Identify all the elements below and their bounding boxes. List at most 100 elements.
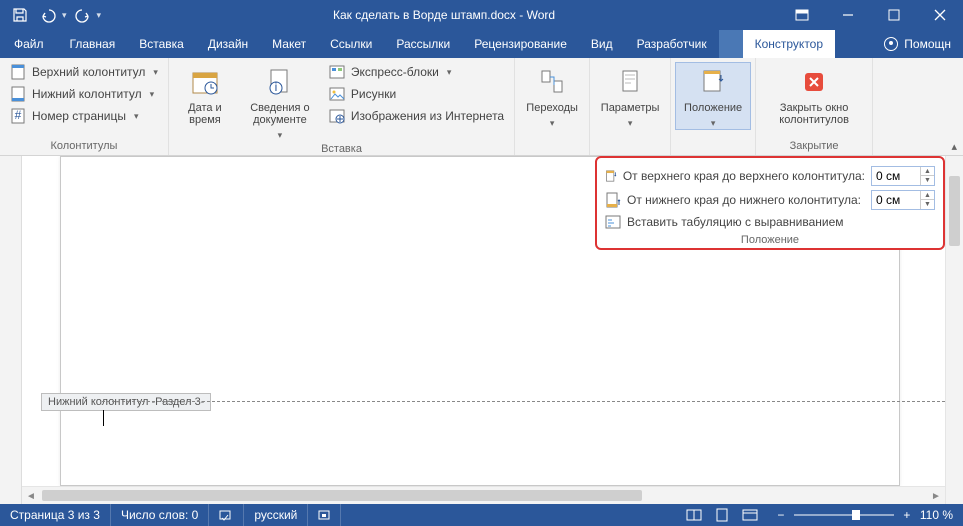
online-pictures-button[interactable]: Изображения из Интернета	[327, 106, 506, 126]
insert-tab-label[interactable]: Вставить табуляцию с выравниванием	[627, 215, 935, 229]
footer-section-tag: Нижний колонтитул -Раздел 3-	[41, 393, 211, 411]
position-button[interactable]: Положение ▾	[675, 62, 751, 130]
footer-boundary	[102, 401, 945, 402]
tab-view[interactable]: Вид	[579, 30, 625, 58]
tab-review[interactable]: Рецензирование	[462, 30, 579, 58]
status-spellcheck[interactable]	[209, 504, 244, 526]
status-language[interactable]: русский	[244, 504, 308, 526]
from-top-spinner[interactable]: ▲▼	[871, 166, 935, 186]
header-icon	[10, 64, 26, 80]
group-navigation: Переходы ▾	[515, 58, 590, 155]
header-margin-icon	[605, 168, 617, 184]
ribbon-display-options[interactable]	[779, 0, 825, 30]
zoom-out[interactable]: −	[774, 508, 788, 522]
save-button[interactable]	[8, 3, 32, 27]
status-words[interactable]: Число слов: 0	[111, 504, 209, 526]
close-hf-button[interactable]: Закрыть окно колонтитулов	[764, 62, 864, 126]
vertical-ruler[interactable]	[0, 156, 22, 504]
online-pictures-label: Изображения из Интернета	[351, 109, 504, 123]
position-label: Положение	[684, 102, 742, 114]
parameters-icon	[614, 66, 646, 98]
group-options: Параметры ▾	[590, 58, 671, 155]
tab-constructor[interactable]: Конструктор	[743, 30, 835, 58]
pictures-button[interactable]: Рисунки	[327, 84, 506, 104]
tab-file[interactable]: Файл	[0, 30, 58, 58]
date-time-button[interactable]: Дата и время	[177, 62, 233, 126]
scroll-right[interactable]: ►	[927, 487, 945, 504]
page-number-label: Номер страницы	[32, 109, 126, 123]
doc-info-button[interactable]: i Сведения о документе ▾	[241, 62, 319, 141]
footer-button[interactable]: Нижний колонтитул▾	[8, 84, 160, 104]
spin-up[interactable]: ▲	[920, 167, 934, 176]
minimize-button[interactable]	[825, 0, 871, 30]
group-header-footer: Верхний колонтитул▾ Нижний колонтитул▾ #…	[0, 58, 169, 155]
page-number-icon: #	[10, 108, 26, 124]
tell-me-label: Помощн	[904, 37, 951, 51]
navigation-button[interactable]: Переходы ▾	[519, 62, 585, 129]
pictures-icon	[329, 86, 345, 102]
position-icon	[697, 66, 729, 98]
qat-customize[interactable]: ▾	[97, 10, 102, 21]
from-top-input[interactable]	[872, 169, 920, 183]
quick-access-toolbar: ▾ ▾	[0, 3, 109, 27]
zoom-knob[interactable]	[852, 510, 860, 520]
undo-dropdown[interactable]: ▾	[62, 10, 67, 21]
footer-margin-icon	[605, 192, 621, 208]
group-position: Положение ▾	[671, 58, 756, 155]
spin-up[interactable]: ▲	[920, 191, 934, 200]
zoom-in[interactable]: +	[900, 508, 914, 522]
tab-developer[interactable]: Разработчик	[625, 30, 719, 58]
from-top-label: От верхнего края до верхнего колонтитула…	[623, 169, 865, 183]
view-print-layout[interactable]	[708, 504, 736, 526]
scroll-thumb-h[interactable]	[42, 490, 642, 501]
tab-layout[interactable]: Макет	[260, 30, 318, 58]
status-page[interactable]: Страница 3 из 3	[0, 504, 111, 526]
quick-parts-button[interactable]: Экспресс-блоки▾	[327, 62, 506, 82]
tab-home[interactable]: Главная	[58, 30, 128, 58]
scroll-thumb[interactable]	[949, 176, 960, 246]
quick-parts-label: Экспресс-блоки	[351, 65, 439, 79]
footer-label: Нижний колонтитул	[32, 87, 142, 101]
vertical-scrollbar[interactable]	[945, 156, 963, 504]
maximize-button[interactable]	[871, 0, 917, 30]
from-bottom-input[interactable]	[872, 193, 920, 207]
view-web-layout[interactable]	[736, 504, 764, 526]
group-label-close: Закрытие	[764, 138, 864, 155]
parameters-label: Параметры	[601, 102, 660, 114]
tab-references[interactable]: Ссылки	[318, 30, 384, 58]
scroll-left[interactable]: ◄	[22, 487, 40, 504]
group-close: Закрыть окно колонтитулов Закрытие	[756, 58, 873, 155]
lightbulb-icon	[884, 37, 898, 51]
ribbon-tabs: Файл Главная Вставка Дизайн Макет Ссылки…	[0, 30, 963, 58]
footer-icon	[10, 86, 26, 102]
collapse-ribbon-button[interactable]: ▴	[951, 140, 957, 153]
tell-me[interactable]: Помощн	[872, 30, 963, 58]
doc-info-label: Сведения о документе	[245, 102, 315, 126]
navigation-label: Переходы	[526, 102, 578, 114]
from-bottom-label: От нижнего края до нижнего колонтитула:	[627, 193, 865, 207]
tab-context-header	[719, 30, 743, 58]
date-time-label: Дата и время	[181, 102, 229, 126]
from-bottom-spinner[interactable]: ▲▼	[871, 190, 935, 210]
spin-down[interactable]: ▼	[920, 176, 934, 185]
window-controls	[779, 0, 963, 30]
parameters-button[interactable]: Параметры ▾	[594, 62, 666, 129]
svg-text:i: i	[275, 80, 278, 94]
status-macro[interactable]	[308, 504, 341, 526]
horizontal-scrollbar[interactable]: ◄ ►	[22, 486, 945, 504]
undo-button[interactable]	[36, 3, 60, 27]
tab-design[interactable]: Дизайн	[196, 30, 260, 58]
header-button[interactable]: Верхний колонтитул▾	[8, 62, 160, 82]
zoom-slider[interactable]	[794, 514, 894, 516]
close-button[interactable]	[917, 0, 963, 30]
zoom-value[interactable]: 110 %	[920, 508, 953, 522]
tab-mailings[interactable]: Рассылки	[384, 30, 462, 58]
header-label: Верхний колонтитул	[32, 65, 145, 79]
calendar-icon	[189, 66, 221, 98]
tab-insert[interactable]: Вставка	[127, 30, 196, 58]
redo-button[interactable]	[71, 3, 95, 27]
spin-down[interactable]: ▼	[920, 200, 934, 209]
page-number-button[interactable]: # Номер страницы▾	[8, 106, 160, 126]
status-bar: Страница 3 из 3 Число слов: 0 русский − …	[0, 504, 963, 526]
view-read-mode[interactable]	[680, 504, 708, 526]
